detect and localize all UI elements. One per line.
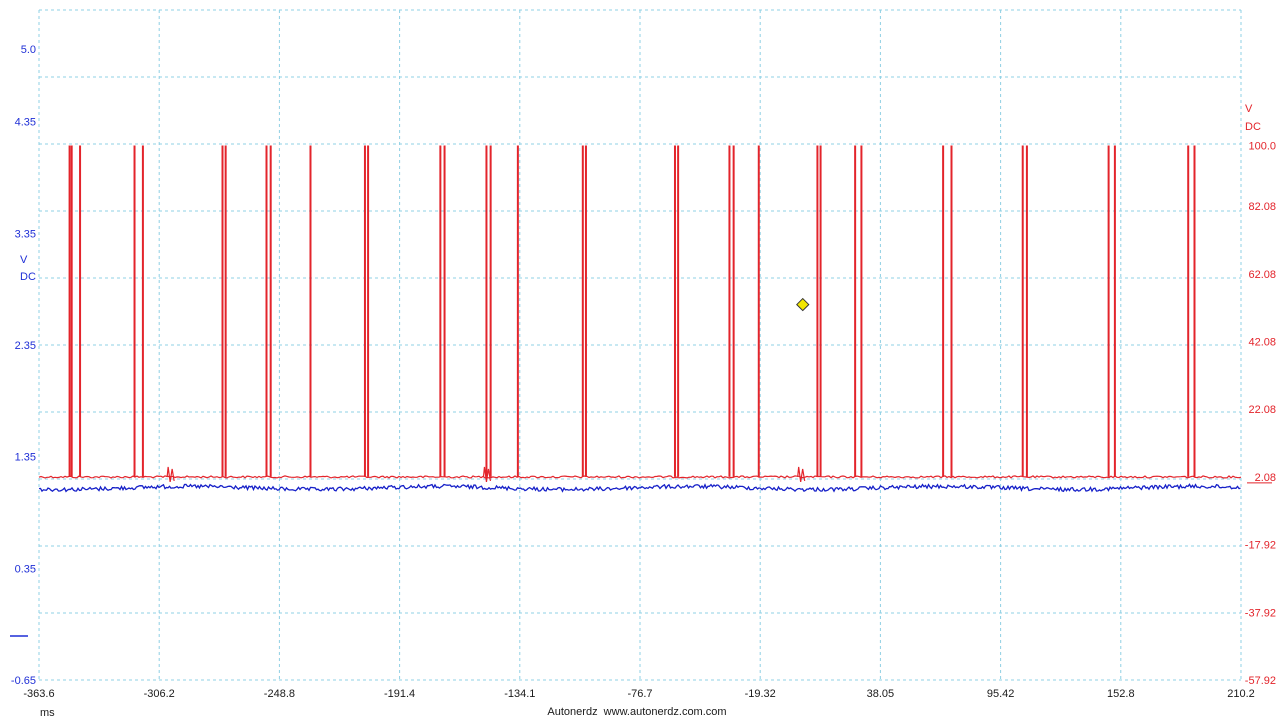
trace-red-baseline xyxy=(38,475,1242,479)
left-tick-label: 0.35 xyxy=(15,563,36,575)
left-axis: V DC 5.0 4.35 3.35 2.35 1.35 0.35 -0.65 xyxy=(10,44,36,687)
right-tick-label: -57.92 xyxy=(1245,675,1276,687)
x-tick-label: -306.2 xyxy=(144,688,175,700)
left-axis-coupling: DC xyxy=(20,271,36,283)
trace-red-glitch xyxy=(166,466,175,483)
x-tick-label: -191.4 xyxy=(384,688,415,700)
x-axis-unit: ms xyxy=(40,707,55,719)
right-axis-coupling: DC xyxy=(1245,121,1261,133)
left-tick-label: -0.65 xyxy=(11,675,36,687)
x-tick-label: 38.05 xyxy=(867,688,895,700)
right-axis-unit: V xyxy=(1245,103,1253,115)
footer-credit: Autonerdz www.autonerdz.com.com xyxy=(547,706,726,718)
left-axis-unit: V xyxy=(20,254,28,266)
x-tick-label: -19.32 xyxy=(745,688,776,700)
x-tick-label: 95.42 xyxy=(987,688,1015,700)
right-tick-label: -37.92 xyxy=(1245,607,1276,619)
cursor-marker-diamond[interactable] xyxy=(796,297,810,312)
left-tick-label: 4.35 xyxy=(15,117,36,129)
left-tick-label: 2.35 xyxy=(15,340,36,352)
x-tick-label: -363.6 xyxy=(23,688,54,700)
oscilloscope-view: V DC 5.0 4.35 3.35 2.35 1.35 0.35 -0.65 V DC 1… xyxy=(0,0,1280,720)
right-tick-label: 62.08 xyxy=(1248,269,1276,281)
trace-red-glitch xyxy=(797,466,806,483)
right-tick-label: 42.08 xyxy=(1248,337,1276,349)
scope-chart: V DC 5.0 4.35 3.35 2.35 1.35 0.35 -0.65 V DC 1… xyxy=(10,9,1276,719)
x-tick-label: 152.8 xyxy=(1107,688,1135,700)
left-tick-label: 1.35 xyxy=(15,452,36,464)
right-tick-label: -17.92 xyxy=(1245,540,1276,552)
x-tick-label: -76.7 xyxy=(627,688,652,700)
grid xyxy=(38,9,1242,681)
left-tick-label: 3.35 xyxy=(15,228,36,240)
x-tick-label: -248.8 xyxy=(264,688,295,700)
right-tick-label: 100.0 xyxy=(1248,141,1276,153)
x-tick-label: 210.2 xyxy=(1227,688,1255,700)
left-tick-label: 5.0 xyxy=(21,44,36,56)
right-tick-label: 82.08 xyxy=(1248,201,1276,213)
right-tick-label: 2.08 xyxy=(1255,472,1276,484)
right-tick-label: 22.08 xyxy=(1248,404,1276,416)
markers xyxy=(796,297,810,312)
right-axis: V DC 100.0 82.08 62.08 42.08 22.08 2.08 -17.92… xyxy=(1245,103,1276,687)
x-tick-label: -134.1 xyxy=(504,688,535,700)
